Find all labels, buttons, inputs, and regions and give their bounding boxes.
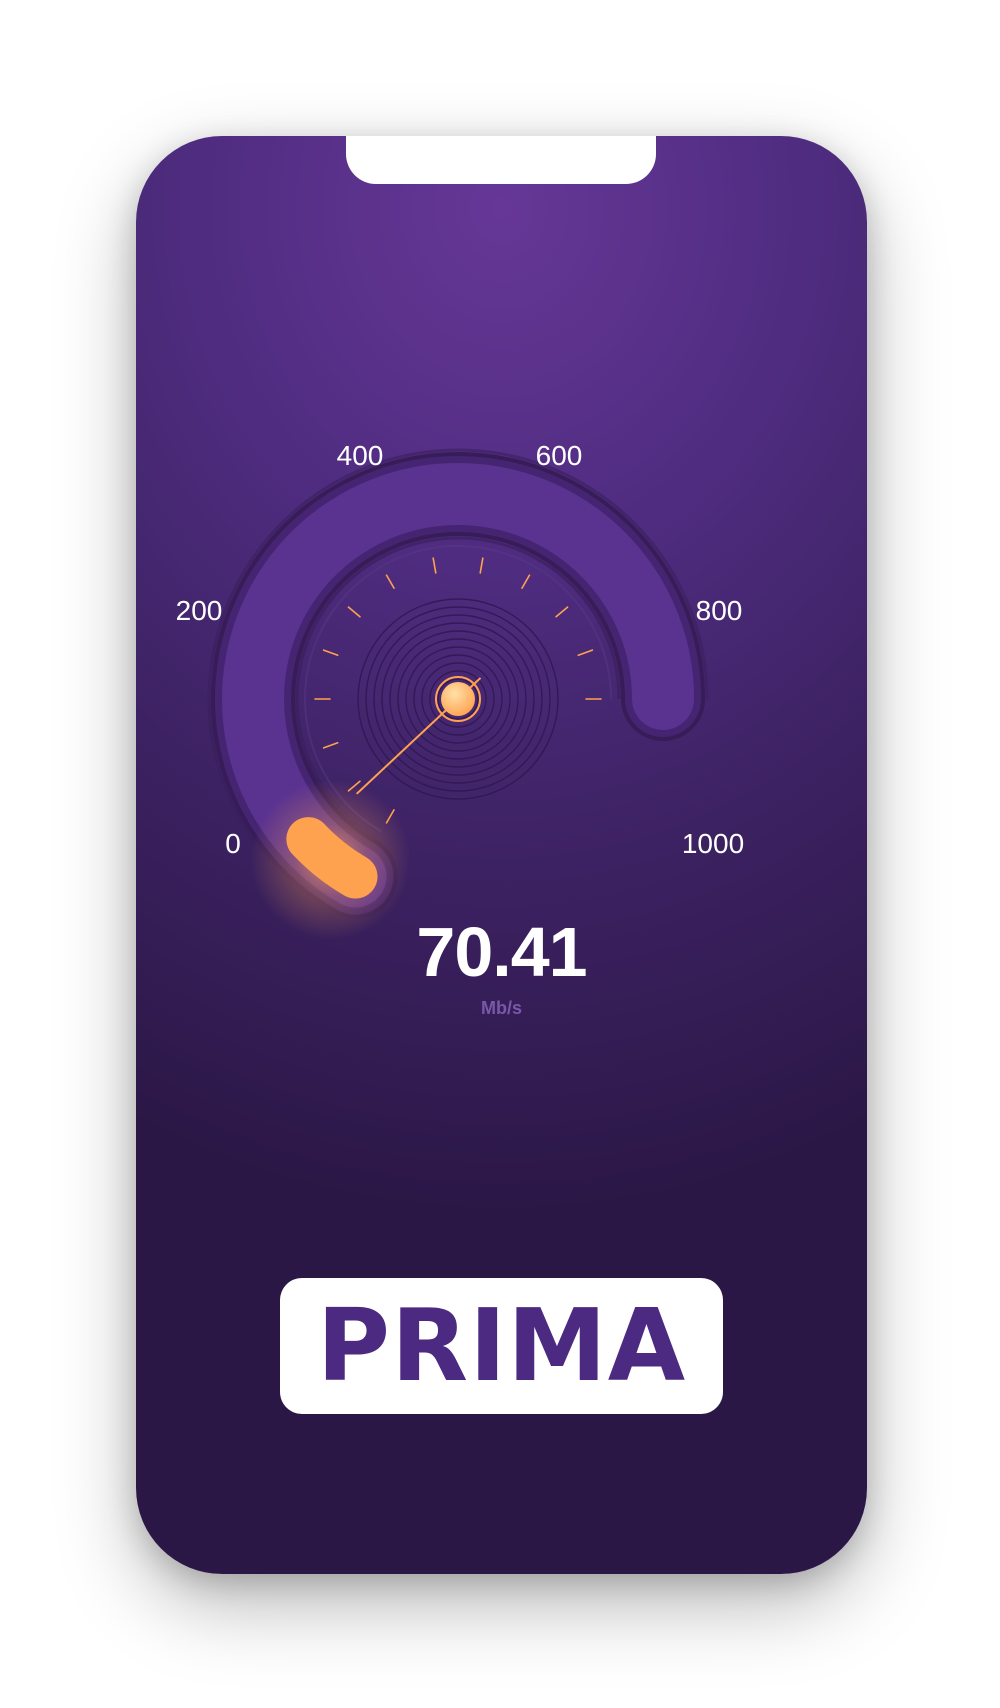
gauge-tick [521,574,531,589]
gauge-tick [577,649,594,657]
scale-label-400: 400 [336,440,384,471]
scale-label-1000: 1000 [681,828,745,859]
scale-label-0: 0 [225,828,241,859]
scale-label-800: 800 [695,595,743,626]
gauge-tick [347,606,361,618]
scale-label-200: 200 [175,595,223,626]
gauge-hub [441,682,475,716]
phone-screen: 0 200 400 600 800 1000 70.41 Mb/s PRIMA [136,136,867,1574]
gauge-tick [479,557,484,574]
gauge-tick [555,606,569,618]
brand-logo-text: PRIMA [316,1287,687,1404]
gauge-tick [322,649,339,657]
gauge-tick [322,741,339,749]
scale-label-600: 600 [535,440,583,471]
brand-logo: PRIMA [280,1278,723,1414]
gauge-tick [385,574,395,589]
speed-unit: Mb/s [480,998,522,1018]
speed-value: 70.41 [416,913,587,991]
gauge-tick [432,557,437,574]
